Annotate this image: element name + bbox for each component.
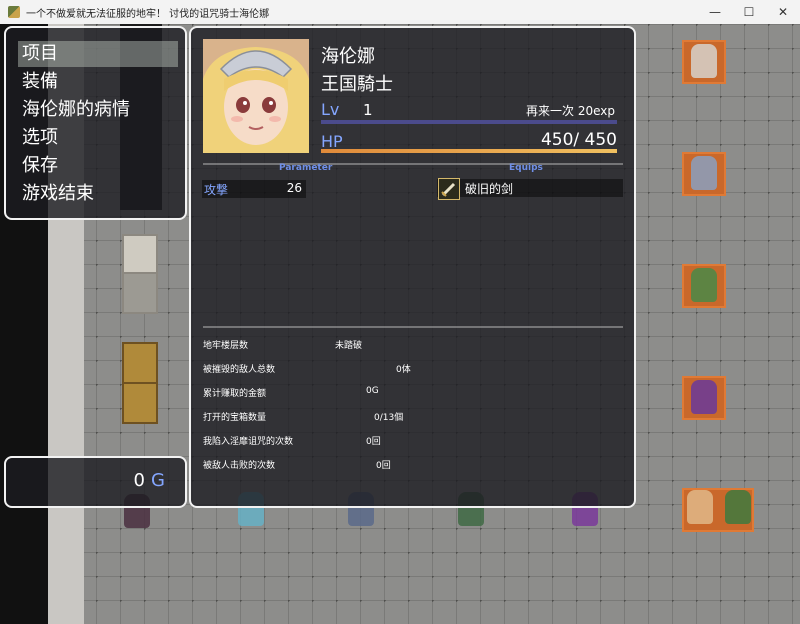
equip-slot-weapon[interactable]: 破旧的剑 (437, 178, 623, 200)
menu-item-equip[interactable]: 装備 (18, 69, 178, 95)
stat-label-curse-count: 我陷入淫靡诅咒的次数 (203, 437, 294, 447)
stat-label-enemies-destroyed: 被摧毁的敌人总数 (203, 365, 276, 375)
equip-name: 破旧的剑 (465, 182, 514, 196)
player-sprite (687, 490, 713, 524)
enemy-sprite (691, 156, 717, 190)
menu-item-condition[interactable]: 海伦娜的病情 (18, 97, 178, 123)
menu-item-game-end[interactable]: 游戏结束 (18, 181, 178, 207)
stat-value-curse-count: 0回 (366, 437, 381, 447)
enemy-sprite (691, 380, 717, 414)
enemy-sprite (691, 44, 717, 78)
app-icon (8, 6, 20, 18)
level-label: Lv (321, 100, 340, 119)
gold-window: 0 G (4, 456, 187, 508)
stat-value-chests-opened: 0/13個 (374, 413, 404, 423)
sword-icon (438, 178, 460, 200)
actor-portrait (203, 39, 309, 153)
stone-block (122, 234, 158, 276)
stat-value-defeats: 0回 (376, 461, 391, 471)
actor-name: 海伦娜 (321, 46, 375, 67)
actor-class: 王国騎士 (321, 74, 393, 95)
divider (203, 163, 623, 165)
menu-item-options[interactable]: 选项 (18, 125, 178, 151)
parameter-heading: Parameter (279, 163, 333, 173)
gold-amount: 0 (133, 470, 145, 491)
minimize-button[interactable]: — (698, 0, 732, 24)
exp-bar (321, 120, 617, 124)
exp-bar-fill (321, 120, 617, 124)
stat-label-defeats: 被敌人击败的次数 (203, 461, 276, 471)
gold-unit: G (151, 470, 165, 491)
exp-to-next: 再来一次 20exp (526, 104, 615, 118)
status-window: 海伦娜 王国騎士 Lv 1 再来一次 20exp HP 450/ 450 Par… (189, 26, 636, 508)
enemy-sprite (691, 268, 717, 302)
divider (203, 326, 623, 328)
stat-value-enemies-destroyed: 0体 (396, 365, 411, 375)
window-title: 一个不做爱就无法征服的地牢！ 讨伐的诅咒骑士海伦娜 (26, 8, 270, 20)
hp-value: 450/ 450 (540, 130, 617, 150)
param-row-attack: 攻撃 26 (202, 180, 306, 198)
equips-heading: Equips (509, 163, 543, 173)
stone-block (122, 272, 158, 314)
wooden-crate (122, 342, 158, 384)
hp-bar (321, 149, 617, 153)
close-button[interactable]: ✕ (766, 0, 800, 24)
maximize-button[interactable]: ☐ (732, 0, 766, 24)
stat-label-chests-opened: 打开的宝箱数量 (203, 413, 267, 423)
menu-item-save[interactable]: 保存 (18, 153, 178, 179)
stat-value-floor: 未踏破 (335, 341, 363, 351)
level-value: 1 (363, 101, 373, 119)
stat-label-floor: 地牢楼层数 (203, 341, 249, 351)
hp-bar-fill (321, 149, 617, 153)
param-name: 攻撃 (204, 183, 229, 197)
enemy-sprite (725, 490, 751, 524)
stat-label-gold-earned: 累计赚取的金额 (203, 389, 267, 399)
menu-item-items[interactable]: 项目 (18, 41, 178, 67)
command-menu-window: 项目 装備 海伦娜的病情 选项 保存 游戏结束 (4, 26, 187, 220)
window-titlebar: 一个不做爱就无法征服的地牢！ 讨伐的诅咒骑士海伦娜 — ☐ ✕ (0, 0, 800, 25)
stat-value-gold-earned: 0G (366, 386, 379, 396)
wooden-crate (122, 382, 158, 424)
param-value: 26 (286, 181, 302, 195)
game-viewport[interactable]: 项目 装備 海伦娜的病情 选项 保存 游戏结束 0 G 海伦娜 王国騎士 Lv … (0, 24, 800, 624)
